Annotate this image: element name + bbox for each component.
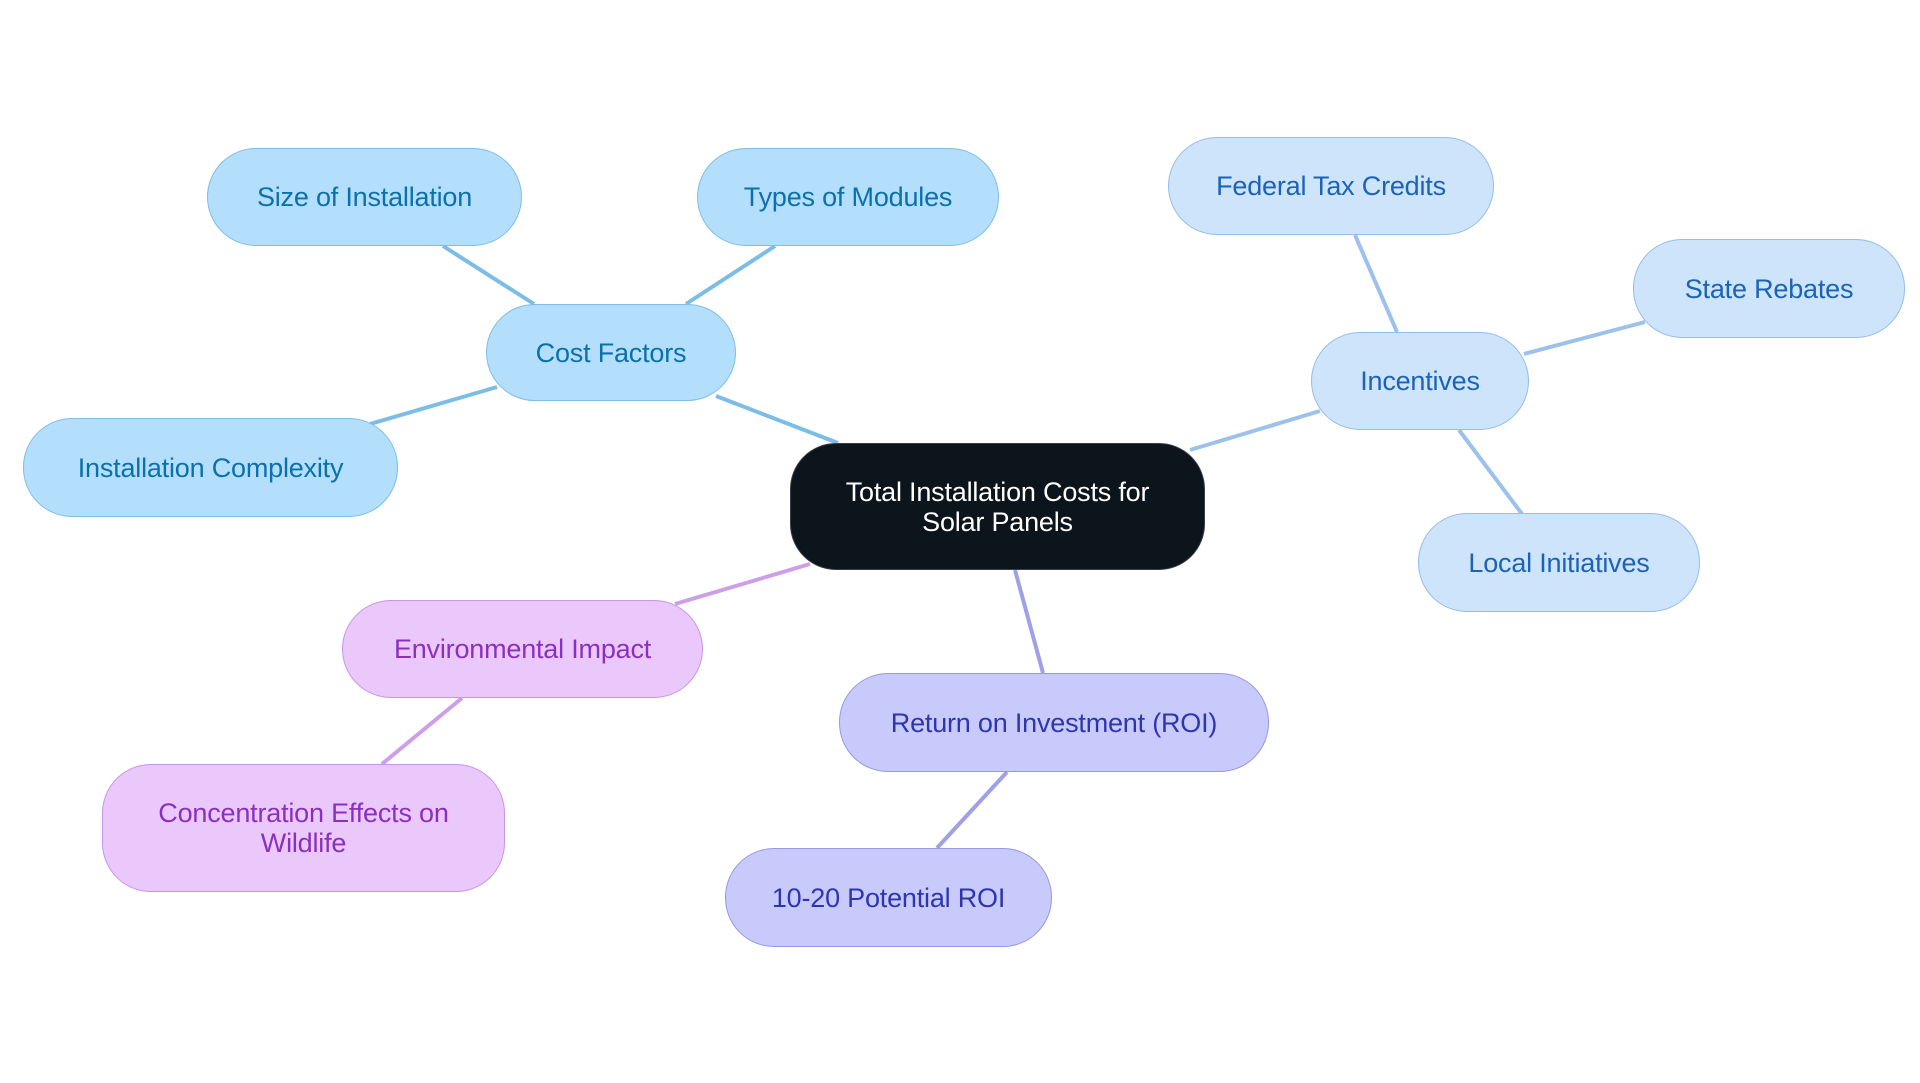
root-node[interactable]: Total Installation Costs for Solar Panel…: [790, 443, 1205, 570]
node-size-of-installation-label: Size of Installation: [256, 182, 473, 212]
edge-cost-factors-size-of-installation: [441, 244, 536, 306]
node-federal-tax-credits[interactable]: Federal Tax Credits: [1168, 137, 1494, 235]
root-node-label: Total Installation Costs for Solar Panel…: [846, 477, 1150, 537]
root-label-line-2: Solar Panels: [922, 506, 1073, 537]
node-state-rebates[interactable]: State Rebates: [1633, 239, 1905, 338]
concentration-label-line-2: Wildlife: [260, 828, 347, 858]
edge-root-cost-factors: [715, 394, 839, 445]
node-installation-complexity-label: Installation Complexity: [77, 452, 344, 483]
node-environmental-impact[interactable]: Environmental Impact: [342, 600, 703, 698]
edge-root-roi: [1013, 569, 1045, 674]
node-types-of-modules-label: Types of Modules: [743, 182, 953, 212]
root-label-line-1: Total Installation Costs for: [845, 476, 1150, 507]
node-state-rebates-label: State Rebates: [1684, 273, 1854, 304]
node-federal-tax-credits-label: Federal Tax Credits: [1216, 171, 1446, 201]
node-environmental-impact-label: Environmental Impact: [393, 634, 652, 664]
node-potential-roi[interactable]: 10-20 Potential ROI: [725, 848, 1052, 947]
node-incentives-label: Incentives: [1360, 366, 1480, 396]
node-cost-factors[interactable]: Cost Factors: [486, 304, 736, 401]
node-incentives[interactable]: Incentives: [1311, 332, 1529, 430]
edge-incentives-state-rebates: [1523, 320, 1646, 356]
edge-cost-factors-types-of-modules: [684, 244, 777, 306]
edge-root-incentives: [1189, 409, 1321, 452]
mind-map-canvas: Total Installation Costs for Solar Panel…: [0, 0, 1920, 1083]
node-installation-complexity[interactable]: Installation Complexity: [23, 418, 398, 517]
edge-roi-potential-roi: [935, 770, 1009, 850]
node-cost-factors-label: Cost Factors: [535, 337, 687, 368]
concentration-label-line-1: Concentration Effects on: [158, 798, 449, 828]
node-roi[interactable]: Return on Investment (ROI): [839, 673, 1269, 772]
node-local-initiatives[interactable]: Local Initiatives: [1418, 513, 1700, 612]
node-concentration-effects[interactable]: Concentration Effects on Wildlife: [102, 764, 505, 892]
edge-incentives-local-initiatives: [1457, 428, 1524, 516]
edge-environmental-impact-concentration-effects: [380, 696, 464, 766]
edge-cost-factors-installation-complexity: [369, 385, 498, 426]
node-types-of-modules[interactable]: Types of Modules: [697, 148, 999, 246]
node-size-of-installation[interactable]: Size of Installation: [207, 148, 522, 246]
edge-incentives-federal-tax-credits: [1353, 234, 1399, 333]
node-local-initiatives-label: Local Initiatives: [1468, 547, 1650, 578]
node-concentration-effects-label: Concentration Effects on Wildlife: [158, 798, 449, 858]
edge-root-environmental-impact: [674, 562, 811, 606]
node-roi-label: Return on Investment (ROI): [890, 707, 1218, 738]
node-potential-roi-label: 10-20 Potential ROI: [771, 882, 1006, 913]
